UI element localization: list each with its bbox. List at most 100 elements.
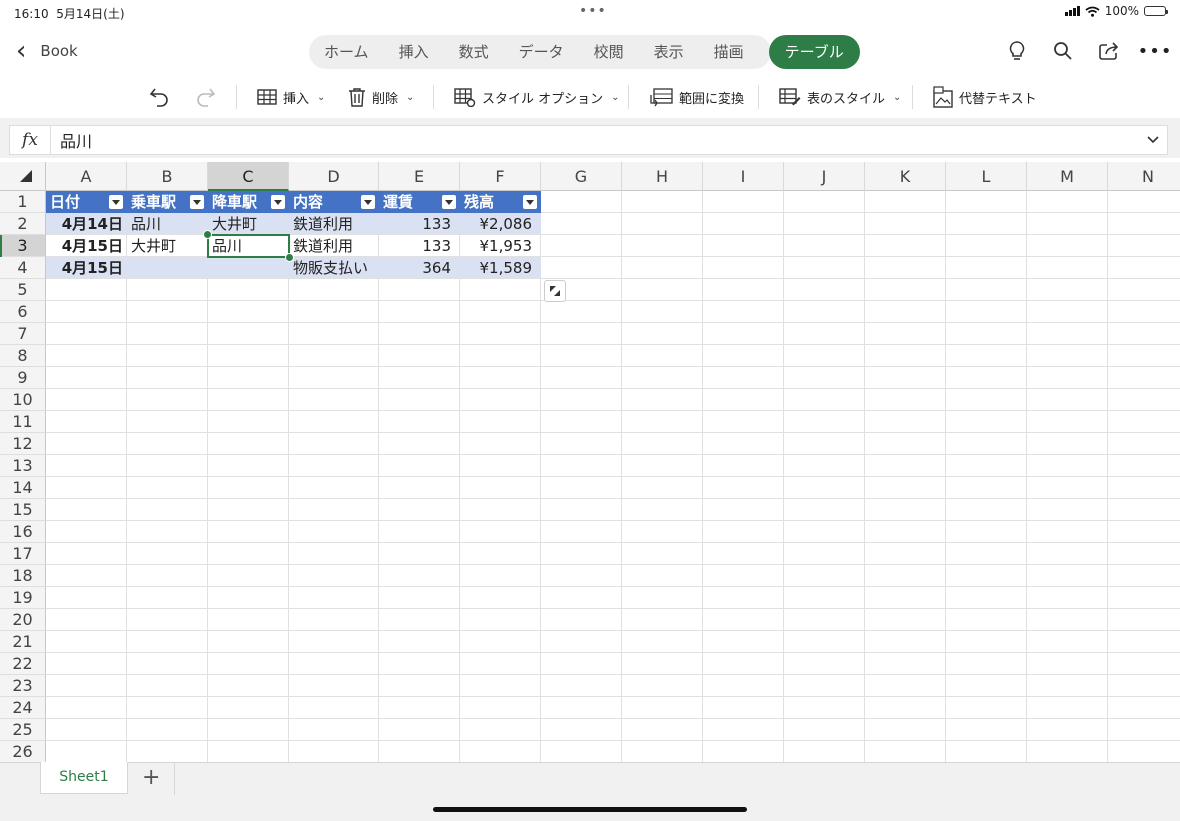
table-cell[interactable]: 品川 [127,213,208,235]
table-cell[interactable] [208,257,289,279]
column-header-g[interactable]: G [541,162,622,191]
column-header-n[interactable]: N [1108,162,1180,191]
back-button[interactable]: ‹ Book [16,38,78,64]
row-header-13[interactable]: 13 [0,455,46,477]
table-cell[interactable]: 物販支払い [289,257,379,279]
filter-dropdown-icon[interactable] [523,195,537,209]
filter-dropdown-icon[interactable] [361,195,375,209]
column-header-k[interactable]: K [865,162,946,191]
insert-button[interactable]: 挿入 ⌄ [257,82,325,112]
row-header-16[interactable]: 16 [0,521,46,543]
table-cell[interactable]: 364 [379,257,460,279]
tab-home[interactable]: ホーム [309,35,384,69]
table-cell[interactable]: 4月15日 [46,235,127,257]
table-cell[interactable]: 鉄道利用 [289,213,379,235]
spreadsheet-grid[interactable]: A B C D E F G H I J K L M N 1 2 3 4 5 6 7 8 9 10 11 12 13 14 15 16 17 1… [0,162,1180,762]
row-header-7[interactable]: 7 [0,323,46,345]
redo-button[interactable] [194,82,216,112]
row-header-22[interactable]: 22 [0,653,46,675]
tab-draw[interactable]: 描画 [699,35,759,69]
column-header-e[interactable]: E [379,162,460,191]
table-cell[interactable]: 大井町 [127,235,208,257]
delete-button[interactable]: 削除 ⌄ [348,82,414,112]
tab-data[interactable]: データ [504,35,579,69]
selection-handle-top-left[interactable] [203,230,212,239]
share-icon[interactable] [1096,38,1122,64]
table-style-button[interactable]: 表のスタイル ⌄ [779,82,901,112]
row-header-14[interactable]: 14 [0,477,46,499]
row-header-15[interactable]: 15 [0,499,46,521]
add-sheet-button[interactable]: + [142,765,160,790]
row-header-8[interactable]: 8 [0,345,46,367]
style-options-button[interactable]: スタイル オプション ⌄ [454,82,620,112]
row-header-10[interactable]: 10 [0,389,46,411]
table-cell[interactable]: ¥1,953 [460,235,541,257]
table-resize-icon[interactable] [544,280,566,302]
row-header-11[interactable]: 11 [0,411,46,433]
tab-review[interactable]: 校閲 [579,35,639,69]
tab-table[interactable]: テーブル [768,35,860,69]
row-header-21[interactable]: 21 [0,631,46,653]
row-header-2[interactable]: 2 [0,213,46,235]
home-indicator [433,807,747,812]
row-header-24[interactable]: 24 [0,697,46,719]
column-header-h[interactable]: H [622,162,703,191]
row-header-6[interactable]: 6 [0,301,46,323]
table-cell[interactable]: 133 [379,213,460,235]
tab-view[interactable]: 表示 [639,35,699,69]
tab-insert[interactable]: 挿入 [384,35,444,69]
row-header-3[interactable]: 3 [0,235,46,257]
column-header-b[interactable]: B [127,162,208,191]
row-header-12[interactable]: 12 [0,433,46,455]
row-header-1[interactable]: 1 [0,191,46,213]
more-icon[interactable]: ••• [1138,38,1172,64]
table-cell[interactable]: 133 [379,235,460,257]
filter-dropdown-icon[interactable] [442,195,456,209]
row-header-5[interactable]: 5 [0,279,46,301]
column-header-j[interactable]: J [784,162,865,191]
search-icon[interactable] [1050,38,1076,64]
undo-button[interactable] [149,82,171,112]
formula-bar[interactable]: fx 品川 [9,125,1168,155]
filter-dropdown-icon[interactable] [271,195,285,209]
column-header-c[interactable]: C [208,162,289,191]
filter-dropdown-icon[interactable] [190,195,204,209]
column-header-a[interactable]: A [46,162,127,191]
column-header-i[interactable]: I [703,162,784,191]
column-header-f[interactable]: F [460,162,541,191]
formula-input[interactable]: 品川 [51,128,1139,152]
sheet-tab-sheet1[interactable]: Sheet1 [40,762,128,794]
tab-formulas[interactable]: 数式 [444,35,504,69]
table-cell[interactable]: 大井町 [208,213,289,235]
row-gridline [46,322,1180,323]
row-header-26[interactable]: 26 [0,741,46,762]
selection-handle-bottom-right[interactable] [285,253,294,262]
column-header-m[interactable]: M [1027,162,1108,191]
table-cell[interactable]: 4月14日 [46,213,127,235]
table-cell[interactable]: ¥1,589 [460,257,541,279]
select-all-corner[interactable] [0,162,46,191]
table-cell[interactable] [127,257,208,279]
table-cell[interactable]: 鉄道利用 [289,235,379,257]
lightbulb-icon[interactable] [1004,38,1030,64]
filter-dropdown-icon[interactable] [109,195,123,209]
row-header-17[interactable]: 17 [0,543,46,565]
row-header-9[interactable]: 9 [0,367,46,389]
chevron-down-icon[interactable] [1139,133,1167,147]
row-header-25[interactable]: 25 [0,719,46,741]
row-header-23[interactable]: 23 [0,675,46,697]
wifi-icon [1085,6,1100,17]
convert-to-range-button[interactable]: 範囲に変換 [649,82,744,112]
column-header-d[interactable]: D [289,162,379,191]
row-header-4[interactable]: 4 [0,257,46,279]
function-icon[interactable]: fx [10,126,51,154]
row-header-20[interactable]: 20 [0,609,46,631]
row-header-19[interactable]: 19 [0,587,46,609]
row-header-18[interactable]: 18 [0,565,46,587]
multitask-dots-icon[interactable]: ••• [579,3,607,19]
alt-text-button[interactable]: 代替テキスト [933,82,1037,112]
table-cell[interactable]: 4月15日 [46,257,127,279]
table-cell[interactable]: ¥2,086 [460,213,541,235]
column-header-l[interactable]: L [946,162,1027,191]
row-gridline [46,586,1180,587]
